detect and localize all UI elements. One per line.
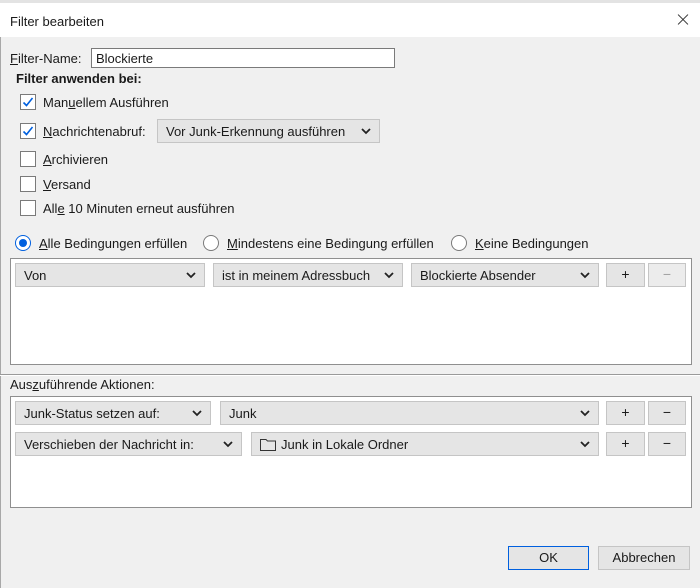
archive-checkbox[interactable]: [20, 151, 36, 167]
checkmark-icon: [22, 97, 34, 107]
chevron-down-icon: [384, 272, 394, 279]
add-action-button[interactable]: +: [606, 432, 645, 456]
action-type-select[interactable]: Verschieben der Nachricht in:: [15, 432, 242, 456]
periodic-label: Alle 10 Minuten erneut ausführen: [43, 201, 235, 216]
action-folder-select[interactable]: Junk in Lokale Ordner: [251, 432, 599, 456]
apply-heading: Filter anwenden bei:: [16, 71, 142, 86]
cancel-button[interactable]: Abbrechen: [598, 546, 690, 570]
chevron-down-icon: [192, 410, 202, 417]
add-condition-button[interactable]: +: [606, 263, 645, 287]
condition-operator-select[interactable]: ist in meinem Adressbuch: [213, 263, 403, 287]
remove-action-button[interactable]: −: [648, 432, 686, 456]
action-type-select[interactable]: Junk-Status setzen auf:: [15, 401, 211, 425]
fetch-checkbox[interactable]: [20, 123, 36, 139]
condition-value-select[interactable]: Blockierte Absender: [411, 263, 599, 287]
match-any-radio[interactable]: [203, 235, 219, 251]
actions-heading: Auszuführende Aktionen:: [10, 377, 155, 392]
window-title: Filter bearbeiten: [10, 14, 104, 29]
remove-action-button[interactable]: −: [648, 401, 686, 425]
chevron-down-icon: [580, 272, 590, 279]
match-none-label: Keine Bedingungen: [475, 236, 589, 251]
manual-checkbox[interactable]: [20, 94, 36, 110]
remove-condition-button[interactable]: −: [648, 263, 686, 287]
window-left-edge: [0, 37, 1, 588]
send-checkbox[interactable]: [20, 176, 36, 192]
title-bar: Filter bearbeiten: [0, 3, 700, 37]
add-action-button[interactable]: +: [606, 401, 645, 425]
checkmark-icon: [22, 126, 34, 136]
chevron-down-icon: [361, 128, 371, 135]
manual-label: Manuellem Ausführen: [43, 95, 169, 110]
action-target-select[interactable]: Junk: [220, 401, 599, 425]
fetch-timing-select[interactable]: Vor Junk-Erkennung ausführen: [157, 119, 380, 143]
match-all-radio[interactable]: [15, 235, 31, 251]
send-label: Versand: [43, 177, 91, 192]
filter-name-input[interactable]: [91, 48, 395, 68]
folder-icon: [260, 439, 276, 451]
fetch-label: Nachrichtenabruf:: [43, 124, 146, 139]
chevron-down-icon: [580, 441, 590, 448]
match-none-radio[interactable]: [451, 235, 467, 251]
ok-button[interactable]: OK: [508, 546, 589, 570]
periodic-checkbox[interactable]: [20, 200, 36, 216]
chevron-down-icon: [580, 410, 590, 417]
chevron-down-icon: [186, 272, 196, 279]
condition-field-select[interactable]: Von: [15, 263, 205, 287]
match-any-label: Mindestens eine Bedingung erfüllen: [227, 236, 434, 251]
filter-name-label: Filter-Name:: [10, 51, 82, 66]
match-all-label: Alle Bedingungen erfüllen: [39, 236, 188, 251]
chevron-down-icon: [223, 441, 233, 448]
archive-label: Archivieren: [43, 152, 109, 167]
close-icon[interactable]: [672, 9, 694, 31]
